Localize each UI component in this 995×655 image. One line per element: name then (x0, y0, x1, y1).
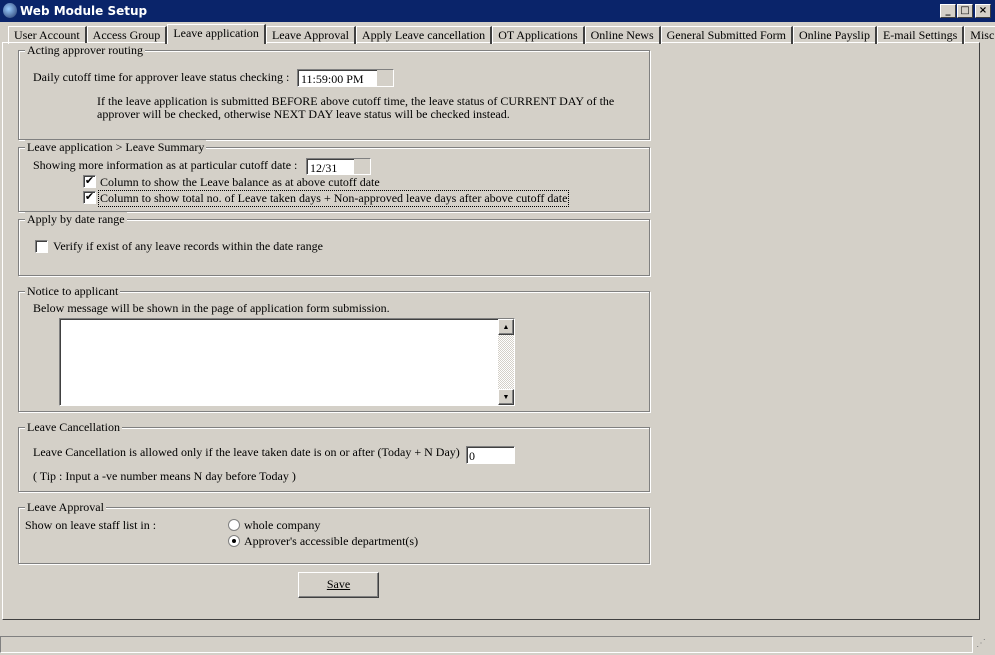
tab-ot-applications[interactable]: OT Applications (492, 26, 585, 44)
tab-access-group[interactable]: Access Group (86, 26, 168, 44)
cutoff-date-label: Showing more information as at particula… (33, 158, 298, 172)
cancellation-label: Leave Cancellation is allowed only if th… (33, 445, 460, 459)
window-title: Web Module Setup (20, 4, 148, 18)
scroll-down-arrow-icon[interactable]: ▼ (498, 389, 514, 405)
leave-balance-label: Column to show the Leave balance as at a… (100, 175, 380, 189)
routing-note-line2: approver will be checked, otherwise NEXT… (97, 107, 510, 121)
tab-strip: User Account Access Group Leave applicat… (8, 24, 995, 44)
group-legend: Acting approver routing (25, 43, 145, 58)
acting-approver-routing-group: Acting approver routing Daily cutoff tim… (18, 43, 650, 140)
tab-misc[interactable]: Misc. (964, 26, 995, 44)
resize-grip-icon[interactable]: ⋰ (976, 638, 992, 654)
tab-apply-leave-cancellation[interactable]: Apply Leave cancellation (355, 26, 493, 44)
tab-general-submitted-form[interactable]: General Submitted Form (660, 26, 793, 44)
group-legend: Apply by date range (25, 212, 127, 227)
apply-by-date-range-group: Apply by date range Verify if exist of a… (18, 212, 650, 276)
accessible-department-radio[interactable] (228, 535, 240, 547)
tab-online-payslip[interactable]: Online Payslip (792, 26, 877, 44)
app-globe-icon (3, 3, 17, 18)
leave-approval-group: Leave Approval Show on leave staff list … (18, 500, 650, 564)
notice-message-textarea[interactable]: ▲ ▼ (59, 318, 515, 406)
tab-leave-approval[interactable]: Leave Approval (265, 26, 356, 44)
maximize-button[interactable]: □ (957, 4, 973, 18)
time-spinner[interactable] (377, 70, 393, 86)
leave-cancellation-group: Leave Cancellation Leave Cancellation is… (18, 420, 650, 492)
total-leave-days-label: Column to show total no. of Leave taken … (98, 190, 570, 207)
staff-list-label: Show on leave staff list in : (25, 518, 157, 532)
whole-company-radio[interactable] (228, 519, 240, 531)
title-bar: Web Module Setup (0, 0, 995, 22)
tab-user-account[interactable]: User Account (8, 26, 87, 44)
n-day-input[interactable]: 0 (466, 446, 515, 464)
tab-leave-application[interactable]: Leave application (167, 24, 266, 44)
cutoff-time-value: 11:59:00 PM (301, 72, 364, 86)
verify-leave-records-label: Verify if exist of any leave records wit… (53, 239, 323, 253)
vertical-scrollbar[interactable]: ▲ ▼ (498, 319, 514, 405)
cutoff-date-picker[interactable]: 12/31 (306, 158, 371, 175)
group-legend: Leave Cancellation (25, 420, 122, 435)
verify-leave-records-checkbox[interactable] (35, 240, 48, 253)
cutoff-date-value: 12/31 (310, 161, 338, 175)
minimize-button[interactable]: _ (940, 4, 956, 18)
whole-company-label: whole company (244, 518, 321, 532)
notice-to-applicant-group: Notice to applicant Below message will b… (18, 284, 650, 412)
group-legend: Leave application > Leave Summary (25, 140, 207, 155)
total-leave-days-checkbox[interactable]: ✔ (83, 191, 96, 204)
close-button[interactable]: × (975, 4, 991, 18)
leave-balance-checkbox[interactable]: ✔ (83, 175, 96, 188)
tab-email-settings[interactable]: E-mail Settings (876, 26, 965, 44)
save-button[interactable]: Save (298, 572, 379, 598)
notice-label: Below message will be shown in the page … (33, 301, 390, 315)
cutoff-time-picker[interactable]: 11:59:00 PM (297, 69, 394, 87)
cancellation-tip: ( Tip : Input a -ve number means N day b… (33, 469, 296, 483)
status-bar (0, 636, 973, 653)
group-legend: Leave Approval (25, 500, 106, 515)
leave-summary-group: Leave application > Leave Summary Showin… (18, 140, 650, 212)
accessible-department-label: Approver's accessible department(s) (244, 534, 419, 548)
scroll-up-arrow-icon[interactable]: ▲ (498, 319, 514, 335)
cutoff-time-label: Daily cutoff time for approver leave sta… (33, 70, 290, 84)
date-spinner[interactable] (354, 159, 370, 174)
tab-online-news[interactable]: Online News (584, 26, 661, 44)
group-legend: Notice to applicant (25, 284, 121, 299)
